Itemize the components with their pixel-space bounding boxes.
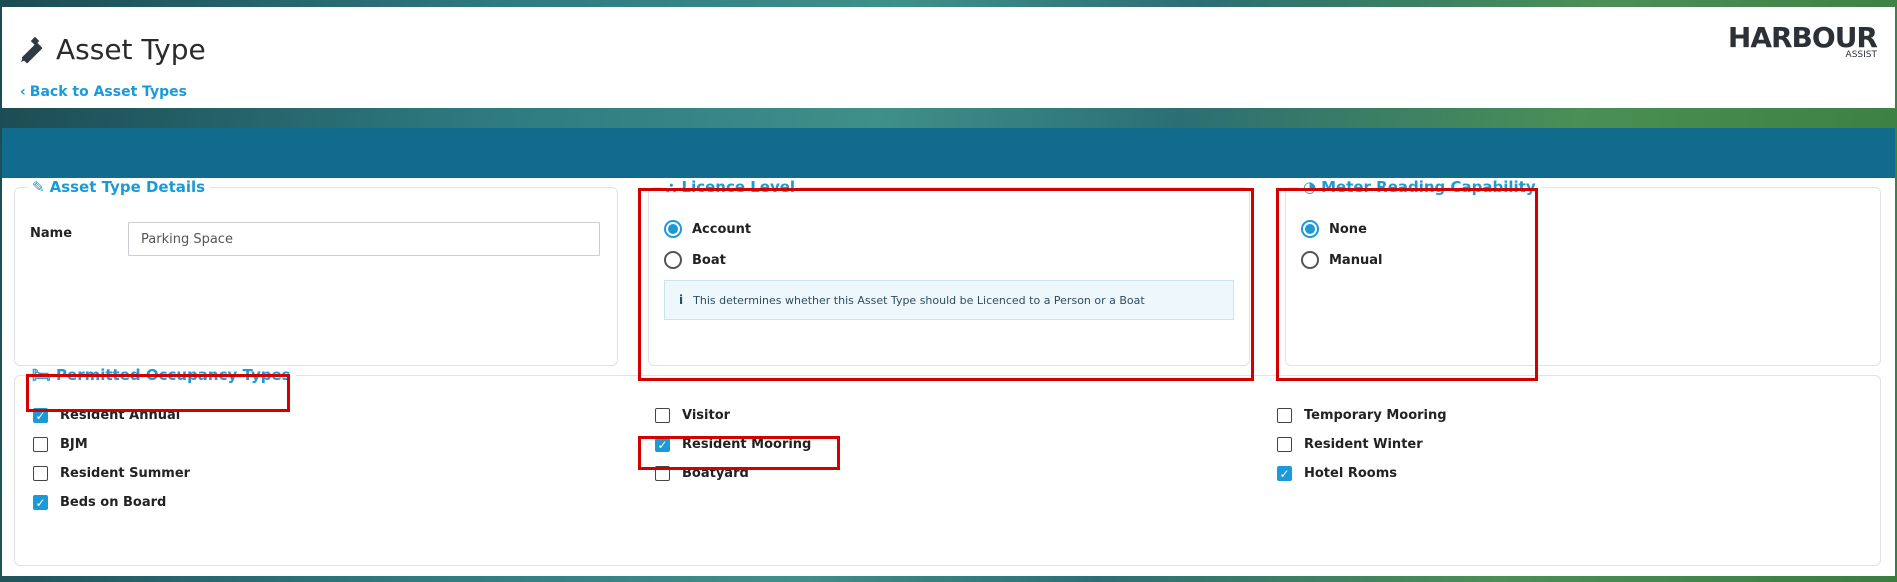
licence-icon: ⛬ — [666, 178, 677, 196]
checkbox-checked[interactable]: ✓ — [1277, 466, 1292, 481]
blue-toolbar — [2, 128, 1895, 178]
occ-visitor[interactable]: Visitor — [655, 408, 730, 423]
checkbox[interactable] — [1277, 408, 1292, 423]
licence-option-label: Account — [692, 221, 752, 237]
licence-info-text: This determines whether this Asset Type … — [693, 293, 1145, 307]
occupancy-title: Permitted Occupancy Types — [56, 366, 291, 384]
occ-resident-annual[interactable]: ✓ Resident Annual — [33, 408, 180, 423]
checkbox-checked[interactable]: ✓ — [33, 408, 48, 423]
meter-option-label: Manual — [1329, 252, 1383, 268]
meter-reading-title: Meter Reading Capability — [1321, 178, 1536, 196]
occupancy-label: Beds on Board — [60, 495, 167, 510]
licence-info-box: i This determines whether this Asset Typ… — [664, 280, 1234, 320]
asset-details-panel: ✎ Asset Type Details Name — [14, 178, 618, 366]
occ-resident-winter[interactable]: Resident Winter — [1277, 437, 1423, 452]
occupancy-label: BJM — [60, 437, 88, 452]
meter-reading-legend: ◔ Meter Reading Capability — [1298, 178, 1541, 196]
pencil-icon: ✎ — [32, 178, 45, 196]
radio-none[interactable] — [1301, 220, 1319, 238]
occ-beds-on-board[interactable]: ✓ Beds on Board — [33, 495, 166, 510]
occ-bjm[interactable]: BJM — [33, 437, 88, 452]
occupancy-label: Resident Winter — [1304, 437, 1423, 452]
checkbox[interactable] — [33, 466, 48, 481]
bed-icon: 🛏 — [32, 366, 52, 384]
occ-boatyard[interactable]: Boatyard — [655, 466, 749, 481]
asset-details-title: Asset Type Details — [49, 178, 206, 196]
occ-temporary-mooring[interactable]: Temporary Mooring — [1277, 408, 1447, 423]
licence-level-panel: ⛬ Licence Level Account Boat i This dete… — [648, 178, 1250, 366]
name-input[interactable] — [128, 222, 600, 256]
checkbox[interactable] — [33, 437, 48, 452]
meter-option-manual[interactable]: Manual — [1301, 251, 1382, 269]
meter-option-label: None — [1329, 221, 1367, 237]
occupancy-label: Resident Annual — [60, 408, 181, 423]
licence-level-title: Licence Level — [681, 178, 796, 196]
occupancy-label: Resident Summer — [60, 466, 191, 481]
meter-option-none[interactable]: None — [1301, 220, 1367, 238]
licence-option-account[interactable]: Account — [664, 220, 751, 238]
brand-logo: HARBOUR ASSIST — [1728, 21, 1878, 60]
pencil-ruler-icon — [21, 36, 43, 63]
page-title: Asset Type — [56, 33, 206, 66]
occ-resident-summer[interactable]: Resident Summer — [33, 466, 190, 481]
occupancy-label: Temporary Mooring — [1304, 408, 1447, 423]
licence-option-boat[interactable]: Boat — [664, 251, 726, 269]
checkbox[interactable] — [1277, 437, 1292, 452]
radio-boat[interactable] — [664, 251, 682, 269]
chevron-left-icon: ‹ — [20, 84, 26, 100]
harbour-banner-image — [2, 108, 1895, 128]
checkbox[interactable] — [655, 466, 670, 481]
back-link[interactable]: ‹ Back to Asset Types — [20, 84, 187, 100]
occupancy-label: Visitor — [682, 408, 731, 423]
licence-option-label: Boat — [692, 252, 726, 268]
content-area: ✎ Asset Type Details Name ⛬ Licence Leve… — [2, 178, 1895, 576]
info-icon: i — [679, 293, 684, 307]
gauge-icon: ◔ — [1303, 178, 1317, 196]
licence-level-legend: ⛬ Licence Level — [661, 178, 800, 196]
checkbox-checked[interactable]: ✓ — [655, 437, 670, 452]
back-link-label: Back to Asset Types — [29, 84, 187, 100]
occupancy-label: Boatyard — [682, 466, 749, 481]
occupancy-label: Resident Mooring — [682, 437, 812, 452]
meter-reading-panel: ◔ Meter Reading Capability None Manual — [1285, 178, 1881, 366]
title-wrap: Asset Type — [18, 33, 206, 66]
asset-details-legend: ✎ Asset Type Details — [27, 178, 210, 196]
occupancy-label: Hotel Rooms — [1304, 466, 1397, 481]
occupancy-types-panel: 🛏 Permitted Occupancy Types ✓ Resident A… — [14, 366, 1881, 566]
checkbox[interactable] — [655, 408, 670, 423]
occ-resident-mooring[interactable]: ✓ Resident Mooring — [655, 437, 811, 452]
name-label: Name — [30, 226, 73, 241]
radio-manual[interactable] — [1301, 251, 1319, 269]
checkbox-checked[interactable]: ✓ — [33, 495, 48, 510]
occ-hotel-rooms[interactable]: ✓ Hotel Rooms — [1277, 466, 1397, 481]
radio-account[interactable] — [664, 220, 682, 238]
page-header: Asset Type ‹ Back to Asset Types HARBOUR… — [2, 7, 1895, 108]
occupancy-legend: 🛏 Permitted Occupancy Types — [27, 366, 296, 384]
